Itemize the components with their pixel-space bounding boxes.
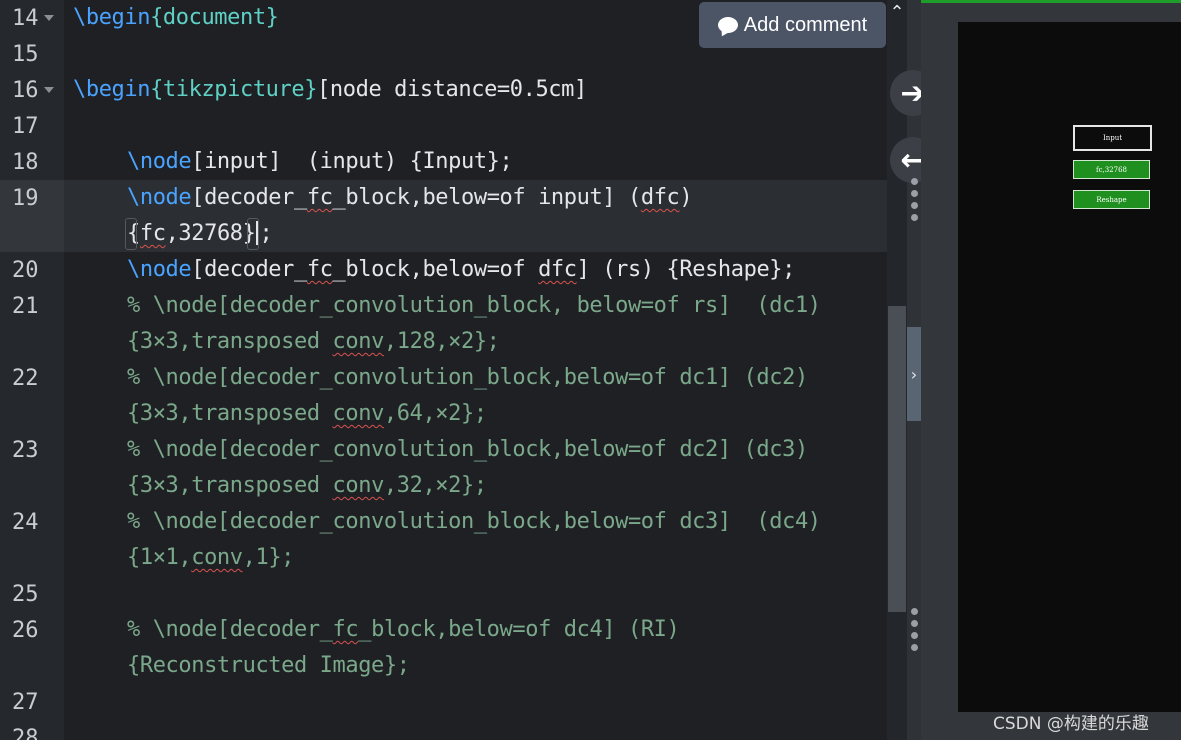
line-number: 16 [12, 78, 39, 103]
line-number: 19 [12, 186, 39, 211]
preview-node-input: Input [1073, 125, 1152, 151]
gutter-cell: 17 [0, 108, 64, 144]
line-number: 15 [12, 42, 39, 67]
line-number: 18 [12, 150, 39, 175]
code-line-20[interactable]: 20 \node[decoder_fc_block,below=of dfc] … [0, 252, 887, 288]
gutter-cell: 21 [0, 288, 64, 360]
scroll-up-chevron-icon[interactable]: ⌃ [889, 2, 905, 24]
gutter-cell: 22 [0, 360, 64, 432]
editor-scrollbar-thumb[interactable] [888, 306, 906, 612]
preview-node-reshape: Reshape [1073, 190, 1150, 209]
bracket-match-marker [125, 218, 137, 250]
gutter-cell: 15 [0, 36, 64, 72]
collapse-pane-chevron-icon[interactable]: › [907, 327, 921, 421]
code-text: \node[decoder_fc_block,below=of input] (… [127, 185, 693, 210]
code-line-21[interactable]: 21 % \node[decoder_convolution_block, be… [0, 288, 887, 360]
code-line-25[interactable]: 25 [0, 576, 887, 612]
code-comment-wrapped: {Reconstructed Image}; [127, 653, 410, 678]
line-number: 14 [12, 6, 39, 31]
fold-toggle-icon[interactable] [44, 15, 54, 21]
code-text: \node[decoder_fc_block,below=of dfc] (rs… [127, 257, 795, 282]
line-number: 20 [12, 258, 39, 283]
splitter-drag-handle-icon[interactable] [911, 178, 919, 226]
add-comment-label: Add comment [743, 13, 868, 36]
code-line-16[interactable]: 16 \begin{tikzpicture}[node distance=0.5… [0, 72, 887, 108]
line-number: 24 [12, 510, 39, 535]
code-comment-wrapped: {3×3,transposed conv,32,×2}; [127, 473, 487, 498]
gutter-cell: 28 [0, 720, 64, 740]
code-comment-wrapped: {1×1,conv,1}; [127, 545, 295, 570]
gutter-cell: 27 [0, 684, 64, 720]
comment-bubble-icon [717, 17, 738, 33]
line-number: 26 [12, 618, 39, 643]
preview-status-bar [921, 0, 1181, 3]
line-number: 28 [12, 726, 39, 740]
gutter-cell: 24 [0, 504, 64, 576]
code-comment: % \node[decoder_fc_block,below=of dc4] (… [127, 617, 680, 642]
gutter-cell: 18 [0, 144, 64, 180]
gutter-cell: 16 [0, 72, 64, 108]
line-number: 22 [12, 366, 39, 391]
splitter-drag-handle-icon[interactable] [911, 608, 919, 656]
bracket-match-marker [247, 218, 259, 250]
code-line-19-active[interactable]: 19 \node[decoder_fc_block,below=of input… [0, 180, 887, 252]
line-number: 25 [12, 582, 39, 607]
code-line-24[interactable]: 24 % \node[decoder_convolution_block,bel… [0, 504, 887, 576]
line-number: 21 [12, 294, 39, 319]
code-comment: % \node[decoder_convolution_block,below=… [127, 437, 808, 462]
line-number: 23 [12, 438, 39, 463]
code-line-27[interactable]: 27 [0, 684, 887, 720]
code-comment-wrapped: {3×3,transposed conv,128,×2}; [127, 329, 500, 354]
line-number: 27 [12, 690, 39, 715]
code-line-28[interactable]: 28 [0, 720, 887, 740]
code-line-17[interactable]: 17 [0, 108, 887, 144]
fold-toggle-icon[interactable] [44, 87, 54, 93]
gutter-cell: 19 [0, 180, 64, 252]
gutter-cell: 26 [0, 612, 64, 684]
code-line-26[interactable]: 26 % \node[decoder_fc_block,below=of dc4… [0, 612, 887, 684]
preview-node-fc: fc,32768 [1073, 160, 1150, 179]
code-comment: % \node[decoder_convolution_block, below… [127, 293, 821, 318]
code-comment: % \node[decoder_convolution_block,below=… [127, 509, 821, 534]
gutter-cell: 25 [0, 576, 64, 612]
code-text: \node[input] (input) {Input}; [127, 149, 513, 174]
code-line-22[interactable]: 22 % \node[decoder_convolution_block,bel… [0, 360, 887, 432]
code-text: \begin{tikzpicture}[node distance=0.5cm] [73, 77, 587, 102]
gutter-cell: 20 [0, 252, 64, 288]
code-comment-wrapped: {3×3,transposed conv,64,×2}; [127, 401, 487, 426]
add-comment-button[interactable]: Add comment [699, 2, 886, 48]
code-comment: % \node[decoder_convolution_block,below=… [127, 365, 808, 390]
gutter-cell: 23 [0, 432, 64, 504]
code-editor[interactable]: 14 \begin{document} 15 16 \begin{tikzpic… [0, 0, 887, 740]
watermark-text: CSDN @构建的乐趣 [993, 714, 1149, 734]
line-number: 17 [12, 114, 39, 139]
code-line-23[interactable]: 23 % \node[decoder_convolution_block,bel… [0, 432, 887, 504]
code-line-18[interactable]: 18 \node[input] (input) {Input}; [0, 144, 887, 180]
gutter-cell: 14 [0, 0, 64, 36]
code-text: \begin{document} [73, 5, 279, 30]
